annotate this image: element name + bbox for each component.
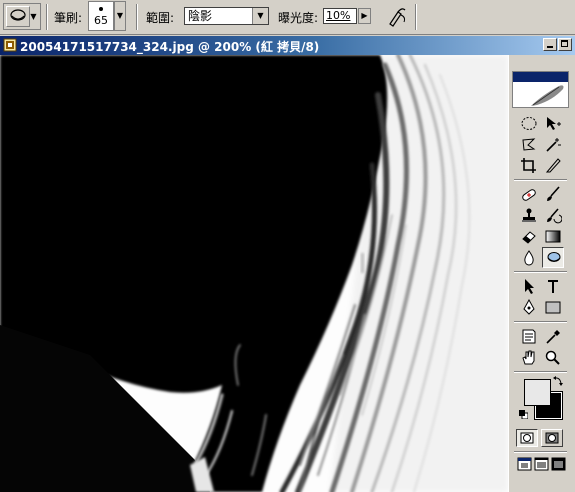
slice-tool-icon[interactable]: [542, 155, 564, 176]
notes-tool-icon[interactable]: [518, 326, 540, 347]
exposure-slider-button[interactable]: ▶: [358, 8, 371, 24]
chevron-down-icon[interactable]: ▼: [252, 8, 268, 24]
range-select[interactable]: 陰影 ▼: [184, 7, 269, 25]
dodge-preset-icon: [6, 6, 30, 27]
clone-stamp-tool-icon[interactable]: [518, 205, 540, 226]
elliptical-marquee-tool-icon[interactable]: [518, 113, 540, 134]
quick-mask-mode-button[interactable]: [541, 429, 563, 447]
feather-icon: [531, 85, 564, 106]
blur-tool-icon[interactable]: [518, 247, 540, 268]
hand-tool-icon[interactable]: [518, 347, 540, 368]
gradient-tool-icon[interactable]: [542, 226, 564, 247]
full-screen-mode-icon[interactable]: [551, 456, 567, 472]
options-bar: ▼ 筆刷: 65 ▼ 範圍: 陰影 ▼ 曝光度: 10% ▶: [0, 0, 575, 35]
foreground-color-swatch[interactable]: [524, 379, 551, 406]
airbrush-icon[interactable]: [384, 4, 410, 30]
brush-tip-icon: [99, 7, 103, 11]
separator: [514, 179, 567, 181]
crop-tool-icon[interactable]: [518, 155, 540, 176]
canvas-image: [0, 55, 508, 492]
document-title-bar[interactable]: 20054171517734_324.jpg @ 200% (紅 拷貝/8): [0, 36, 575, 55]
swap-colors-icon[interactable]: [552, 375, 564, 387]
photoshop-feather-logo[interactable]: [512, 71, 569, 108]
brush-dropdown-button[interactable]: ▼: [114, 1, 126, 31]
photoshop-document-icon: [3, 38, 17, 52]
brush-size: 65: [94, 14, 108, 27]
separator: [514, 371, 567, 373]
standard-mode-button[interactable]: [516, 429, 538, 447]
move-tool-icon[interactable]: [542, 113, 564, 134]
standard-screen-mode-icon[interactable]: [517, 456, 533, 472]
image-canvas[interactable]: [0, 55, 508, 492]
eyedropper-tool-icon[interactable]: [542, 326, 564, 347]
eraser-tool-icon[interactable]: [518, 226, 540, 247]
brush-picker[interactable]: 65: [88, 1, 114, 31]
brush-label: 筆刷:: [54, 11, 83, 25]
pen-tool-icon[interactable]: [518, 297, 540, 318]
separator: [514, 321, 567, 323]
full-screen-menu-mode-icon[interactable]: [534, 456, 550, 472]
default-colors-icon[interactable]: [519, 408, 529, 420]
type-tool-icon[interactable]: [542, 276, 564, 297]
separator: [514, 451, 567, 453]
separator: [136, 4, 138, 30]
zoom-tool-icon[interactable]: [542, 347, 564, 368]
tool-preset-picker[interactable]: ▼: [3, 3, 41, 30]
rectangle-tool-icon[interactable]: [542, 297, 564, 318]
minimize-button[interactable]: [543, 38, 557, 51]
history-brush-tool-icon[interactable]: [542, 205, 564, 226]
toolbox-panel: [508, 55, 575, 492]
maximize-button[interactable]: [558, 38, 572, 51]
separator: [415, 4, 417, 30]
path-selection-tool-icon[interactable]: [518, 276, 540, 297]
range-value: 陰影: [188, 9, 213, 23]
lasso-tool-icon[interactable]: [518, 134, 540, 155]
brush-tool-icon[interactable]: [542, 184, 564, 205]
document-title: 20054171517734_324.jpg @ 200% (紅 拷貝/8): [20, 40, 320, 54]
healing-brush-tool-icon[interactable]: [518, 184, 540, 205]
exposure-label: 曝光度:: [278, 11, 319, 25]
separator: [514, 271, 567, 273]
exposure-input[interactable]: 10%: [323, 8, 357, 24]
dodge-tool-icon[interactable]: [542, 247, 564, 268]
separator: [46, 4, 48, 30]
magic-wand-tool-icon[interactable]: [542, 134, 564, 155]
range-label: 範圍:: [146, 11, 175, 25]
chevron-down-icon[interactable]: ▼: [29, 6, 38, 27]
